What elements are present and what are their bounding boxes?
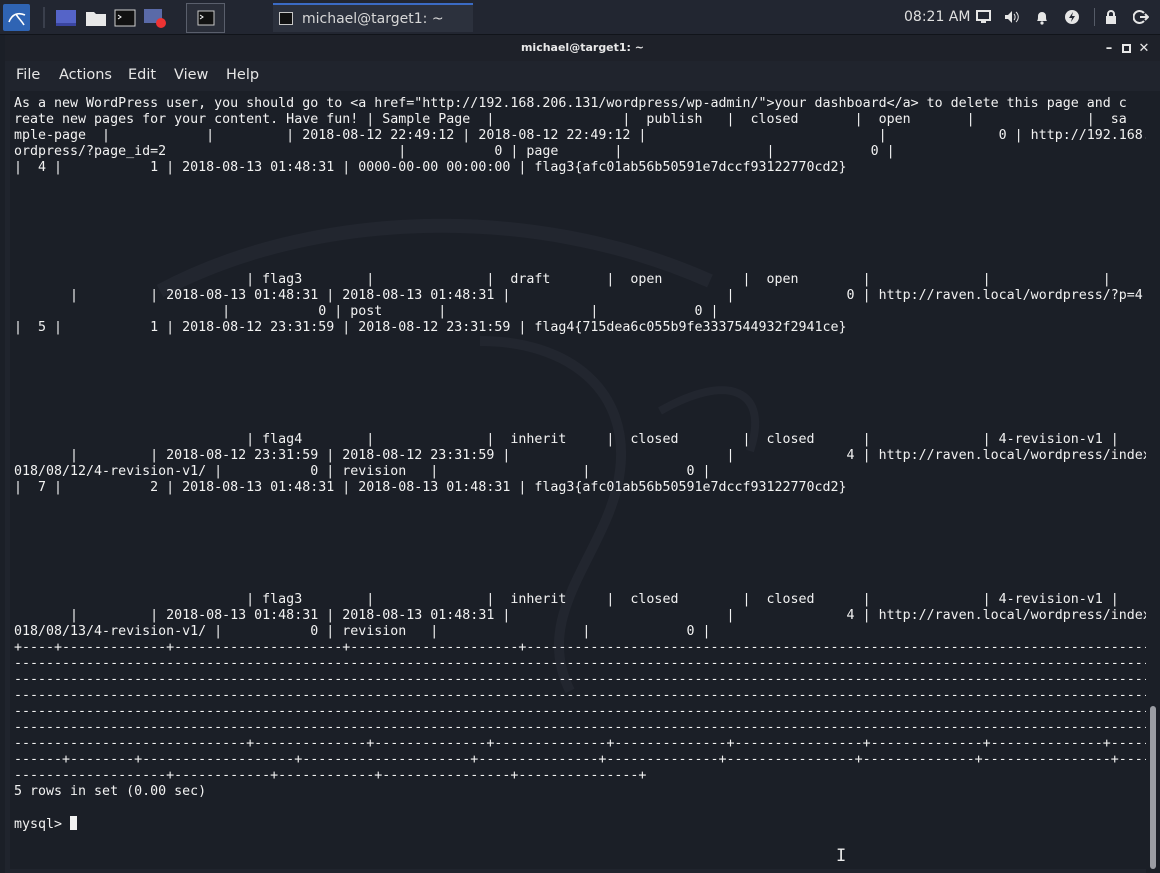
menu-view[interactable]: View xyxy=(174,67,208,83)
screen-recorder-launcher[interactable] xyxy=(141,4,168,31)
terminal-line: | 5 | 1 | 2018-08-12 23:31:59 | 2018-08-… xyxy=(14,320,847,335)
terminal-line: | | 2018-08-13 01:48:31 | 2018-08-13 01:… xyxy=(14,608,1146,623)
panel-separator xyxy=(43,7,45,28)
terminal-line: | 4 | 1 | 2018-08-13 01:48:31 | 0000-00-… xyxy=(14,160,847,175)
menu-bar: File Actions Edit View Help xyxy=(5,61,1160,91)
kali-dragon-icon xyxy=(7,12,25,25)
terminal-line: | flag3 | | inherit | closed | closed | … xyxy=(14,592,1119,607)
mouse-ibeam-cursor-icon: I xyxy=(836,846,847,866)
taskbar-window-button[interactable]: michael@target1: ~ xyxy=(273,3,473,32)
terminal-line: 018/08/12/4-revision-v1/ | 0 | revision … xyxy=(14,464,711,479)
terminal-line: reate new pages for your content. Have f… xyxy=(14,112,1127,127)
menu-help[interactable]: Help xyxy=(226,67,259,83)
close-button[interactable]: ✕ xyxy=(1135,39,1153,57)
show-desktop-launcher[interactable] xyxy=(52,4,79,31)
terminal-line: ----------------------------------------… xyxy=(14,688,1146,703)
screen-recorder-icon xyxy=(143,8,166,28)
terminal-line: | | 2018-08-13 01:48:31 | 2018-08-13 01:… xyxy=(14,288,1143,303)
display-icon[interactable] xyxy=(975,9,991,25)
terminal-line: -----------------------------+----------… xyxy=(14,736,1146,751)
terminal-output-area[interactable]: As a new WordPress user, you should go t… xyxy=(10,91,1146,869)
terminal-line: -------------------+------------+-------… xyxy=(14,768,647,783)
terminal-line: ------+--------+-------------------+----… xyxy=(14,752,1146,767)
desktop-icon xyxy=(55,9,76,26)
terminal-line: 018/08/13/4-revision-v1/ | 0 | revision … xyxy=(14,624,711,639)
kali-menu-button[interactable] xyxy=(3,4,30,31)
menu-file[interactable]: File xyxy=(16,67,40,83)
logout-icon[interactable] xyxy=(1133,9,1149,25)
terminal-launcher[interactable] xyxy=(111,4,138,31)
lock-icon[interactable] xyxy=(1103,9,1119,25)
notification-bell-icon[interactable] xyxy=(1034,9,1050,25)
terminal-icon xyxy=(197,10,214,26)
terminal-line: ----------------------------------------… xyxy=(14,720,1146,735)
close-icon: ✕ xyxy=(1138,40,1150,56)
active-terminal-launcher[interactable] xyxy=(186,3,225,33)
terminal-line: | 0 | post | | 0 | xyxy=(14,304,719,319)
terminal-line: | flag3 | | draft | open | open | | | xyxy=(14,272,1111,287)
tray-separator xyxy=(1094,8,1095,26)
maximize-icon xyxy=(1121,43,1131,53)
terminal-line: ----------------------------------------… xyxy=(14,704,1146,719)
folder-icon xyxy=(85,11,106,26)
minimize-button[interactable]: – xyxy=(1100,39,1118,57)
text-cursor xyxy=(70,816,78,830)
volume-icon[interactable] xyxy=(1004,9,1020,25)
terminal-line: ----------------------------------------… xyxy=(14,656,1146,671)
clock[interactable]: 08:21 AM xyxy=(904,9,970,25)
terminal-icon xyxy=(114,9,135,26)
terminal-line: | | 2018-08-12 23:31:59 | 2018-08-12 23:… xyxy=(14,448,1146,463)
file-manager-launcher[interactable] xyxy=(82,4,109,31)
terminal-line: 5 rows in set (0.00 sec) xyxy=(14,784,207,799)
taskbar-window-title: michael@target1: ~ xyxy=(302,10,444,27)
power-icon[interactable] xyxy=(1064,9,1080,25)
terminal-line: ordpress/?page_id=2 | 0 | page | | 0 | xyxy=(14,144,895,159)
terminal-window: michael@target1: ~ – ✕ File Actions Edit… xyxy=(5,35,1160,873)
maximize-button[interactable] xyxy=(1117,39,1135,57)
minimize-icon: – xyxy=(1105,40,1113,56)
terminal-line: | flag4 | | inherit | closed | closed | … xyxy=(14,432,1119,447)
terminal-line: As a new WordPress user, you should go t… xyxy=(14,96,1127,111)
terminal-line: | 7 | 2 | 2018-08-13 01:48:31 | 2018-08-… xyxy=(14,480,847,495)
terminal-line: ----------------------------------------… xyxy=(14,672,1146,687)
scrollbar[interactable] xyxy=(1146,91,1160,873)
top-panel: michael@target1: ~ 08:21 AM xyxy=(0,0,1160,35)
window-title: michael@target1: ~ xyxy=(520,41,645,54)
terminal-line: +----+-------------+--------------------… xyxy=(14,640,1146,655)
menu-actions[interactable]: Actions xyxy=(59,67,112,83)
terminal-line: mple-page | | | 2018-08-12 22:49:12 | 20… xyxy=(14,128,1146,143)
menu-edit[interactable]: Edit xyxy=(128,67,156,83)
terminal-icon xyxy=(279,12,293,25)
terminal-text: As a new WordPress user, you should go t… xyxy=(14,96,1146,833)
window-titlebar[interactable]: michael@target1: ~ xyxy=(5,35,1160,61)
scrollbar-thumb[interactable] xyxy=(1150,706,1156,869)
mysql-prompt[interactable]: mysql> xyxy=(14,817,70,832)
